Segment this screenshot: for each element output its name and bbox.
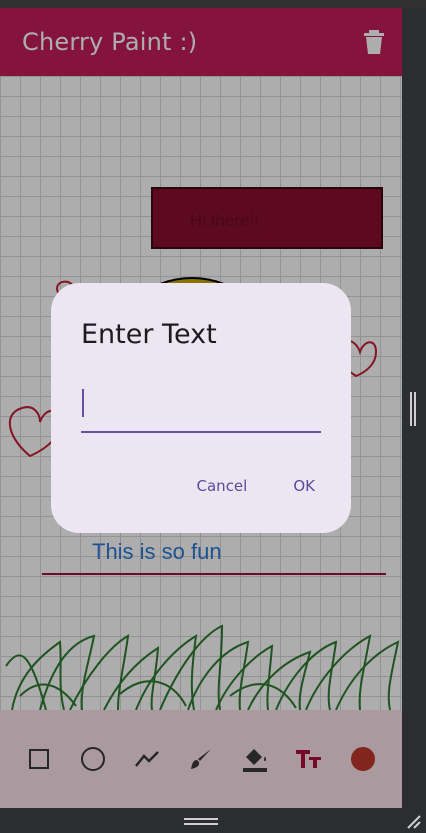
dialog-title: Enter Text: [81, 319, 217, 350]
ok-button[interactable]: OK: [285, 473, 323, 499]
bottom-resize-handle[interactable]: [184, 818, 218, 825]
text-cursor: [82, 389, 84, 417]
resize-corner-icon[interactable]: [404, 812, 422, 830]
side-resize-handle[interactable]: [410, 392, 416, 426]
cancel-button[interactable]: Cancel: [189, 473, 256, 499]
window-top-strip: [0, 0, 426, 8]
enter-text-dialog: Enter Text Cancel OK: [51, 283, 351, 533]
dialog-actions: Cancel OK: [189, 473, 323, 499]
text-input-field[interactable]: [81, 379, 321, 433]
